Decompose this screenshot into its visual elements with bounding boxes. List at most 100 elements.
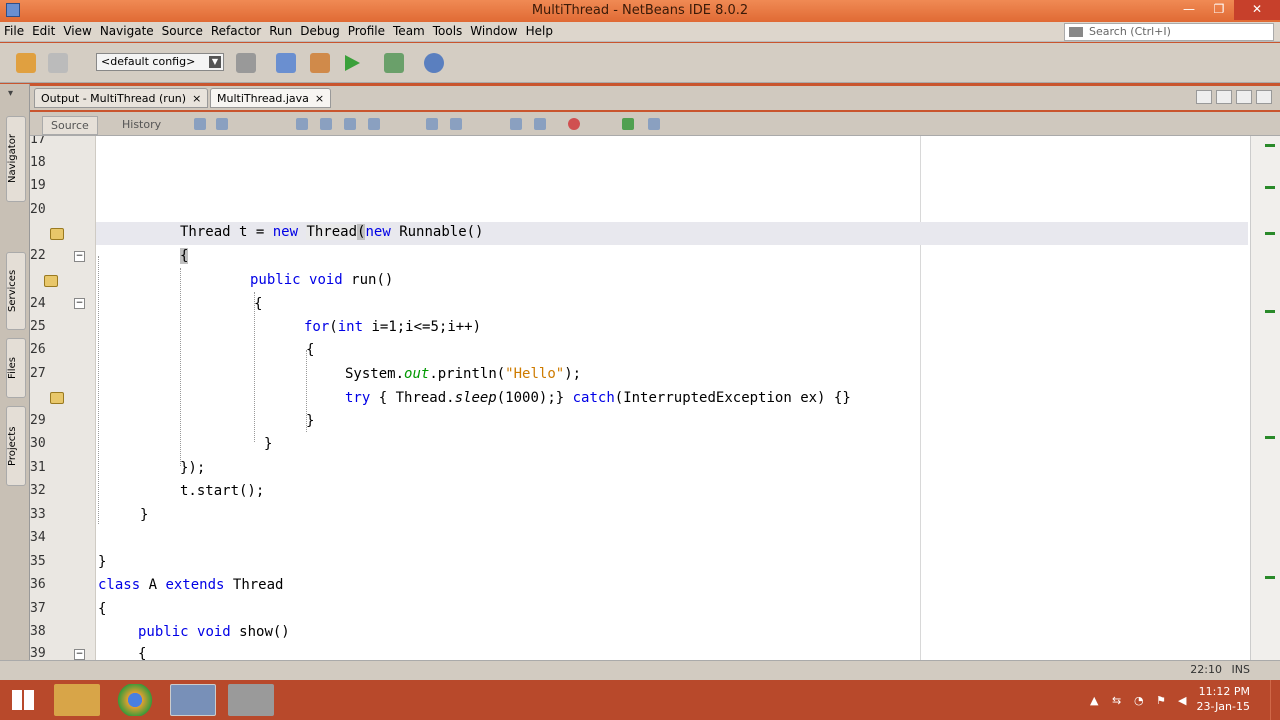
find-next-icon[interactable] <box>320 118 332 130</box>
undo-icon[interactable] <box>16 53 36 73</box>
stripe-mark[interactable] <box>1265 186 1275 189</box>
code-editor[interactable]: 17 18 19 20 22 24 25 26 27 29 30 31 32 3… <box>30 136 1250 660</box>
close-icon[interactable]: × <box>315 92 324 105</box>
line-number: 24 <box>30 296 46 311</box>
line-number: 32 <box>30 483 46 498</box>
indent-guide <box>180 268 181 466</box>
network-icon[interactable]: ⇆ <box>1112 694 1121 707</box>
fold-toggle-icon[interactable]: − <box>74 298 85 309</box>
run-icon[interactable] <box>345 55 360 71</box>
side-tab-services[interactable]: Services <box>6 252 26 330</box>
chevron-down-icon: ▼ <box>209 56 221 68</box>
comment-icon[interactable] <box>622 118 634 130</box>
stop-macro-icon[interactable] <box>568 118 580 130</box>
menu-navigate[interactable]: Navigate <box>100 24 154 38</box>
app-window-icon[interactable] <box>228 684 274 716</box>
search-input[interactable]: Search (Ctrl+I) <box>1064 23 1274 41</box>
redo-icon[interactable] <box>48 53 68 73</box>
system-clock[interactable]: 11:12 PM 23-Jan-15 <box>1196 684 1250 714</box>
last-edit-icon[interactable] <box>194 118 206 130</box>
line-number: 22 <box>30 248 46 263</box>
line-number: 34 <box>30 530 46 545</box>
tab-list-icon[interactable] <box>1236 90 1252 104</box>
start-windows-icon[interactable] <box>12 690 34 710</box>
menu-source[interactable]: Source <box>162 24 203 38</box>
hint-bulb-icon[interactable] <box>50 392 64 404</box>
hint-bulb-icon[interactable] <box>50 228 64 240</box>
line-number: 25 <box>30 319 46 334</box>
netbeans-taskbar-icon[interactable] <box>170 684 216 716</box>
scroll-right-icon[interactable] <box>1216 90 1232 104</box>
side-tab-files[interactable]: Files <box>6 338 26 398</box>
wifi-icon[interactable]: ◔ <box>1134 694 1144 707</box>
toggle-highlight-icon[interactable] <box>368 118 380 130</box>
show-desktop-button[interactable] <box>1270 680 1280 720</box>
menu-refactor[interactable]: Refactor <box>211 24 261 38</box>
profile-icon[interactable] <box>424 53 444 73</box>
minimize-panel-icon[interactable]: ▾ <box>8 88 22 99</box>
shift-left-icon[interactable] <box>510 118 522 130</box>
maximize-button[interactable]: ❐ <box>1204 0 1234 20</box>
chrome-icon[interactable] <box>112 684 158 716</box>
scroll-left-icon[interactable] <box>1196 90 1212 104</box>
code-line-39: { <box>138 646 147 660</box>
side-tab-projects[interactable]: Projects <box>6 406 26 486</box>
show-hidden-icons-icon[interactable]: ▲ <box>1090 694 1098 707</box>
tab-output[interactable]: Output - MultiThread (run) × <box>34 88 209 108</box>
stripe-mark[interactable] <box>1265 576 1275 579</box>
line-number: 37 <box>30 601 46 616</box>
menu-window[interactable]: Window <box>470 24 517 38</box>
caret-position: 22:10 <box>1190 663 1222 676</box>
shift-right-icon[interactable] <box>534 118 546 130</box>
maximize-editor-icon[interactable] <box>1256 90 1272 104</box>
fold-toggle-icon[interactable]: − <box>74 649 85 660</box>
minimize-button[interactable]: — <box>1174 0 1204 20</box>
override-hint-icon[interactable] <box>44 275 58 287</box>
menu-profile[interactable]: Profile <box>348 24 385 38</box>
back-icon[interactable] <box>216 118 228 130</box>
menu-edit[interactable]: Edit <box>32 24 55 38</box>
close-button[interactable]: ✕ <box>1234 0 1280 20</box>
prev-bookmark-icon[interactable] <box>426 118 438 130</box>
line-number: 18 <box>30 155 46 170</box>
left-side-panel: ▾ Navigator Services Files Projects <box>0 84 30 660</box>
clean-build-icon[interactable] <box>310 53 330 73</box>
window-title: MultiThread - NetBeans IDE 8.0.2 <box>531 3 749 18</box>
tab-source[interactable]: Source <box>42 116 98 135</box>
volume-icon[interactable]: ◀ <box>1178 694 1186 707</box>
menu-file[interactable]: File <box>4 24 24 38</box>
menu-run[interactable]: Run <box>269 24 292 38</box>
line-number: 29 <box>30 413 46 428</box>
debug-icon[interactable] <box>384 53 404 73</box>
build-icon[interactable] <box>276 53 296 73</box>
file-explorer-icon[interactable] <box>54 684 100 716</box>
line-number: 31 <box>30 460 46 475</box>
menu-tools[interactable]: Tools <box>433 24 463 38</box>
find-previous-icon[interactable] <box>296 118 308 130</box>
menu-team[interactable]: Team <box>393 24 425 38</box>
stripe-mark[interactable] <box>1265 436 1275 439</box>
stripe-mark[interactable] <box>1265 310 1275 313</box>
line-number: 35 <box>30 554 46 569</box>
stripe-mark[interactable] <box>1265 232 1275 235</box>
error-stripe-scrollbar[interactable] <box>1250 136 1280 660</box>
menu-help[interactable]: Help <box>526 24 553 38</box>
uncomment-icon[interactable] <box>648 118 660 130</box>
indent-guide <box>98 256 99 524</box>
config-settings-icon[interactable] <box>236 53 256 73</box>
fold-toggle-icon[interactable]: − <box>74 251 85 262</box>
stripe-mark[interactable] <box>1265 144 1275 147</box>
flag-icon[interactable]: ⚑ <box>1156 694 1166 707</box>
find-selection-icon[interactable] <box>344 118 356 130</box>
line-number: 39 <box>30 646 46 660</box>
line-number: 26 <box>30 342 46 357</box>
menu-debug[interactable]: Debug <box>300 24 339 38</box>
side-tab-navigator[interactable]: Navigator <box>6 116 26 202</box>
close-icon[interactable]: × <box>192 92 201 105</box>
title-bar: MultiThread - NetBeans IDE 8.0.2 — ❐ ✕ <box>0 0 1280 22</box>
tab-history[interactable]: History <box>114 116 169 133</box>
menu-view[interactable]: View <box>63 24 91 38</box>
next-bookmark-icon[interactable] <box>450 118 462 130</box>
config-select[interactable]: <default config> ▼ <box>96 53 224 71</box>
tab-multithread-java[interactable]: MultiThread.java × <box>210 88 332 108</box>
